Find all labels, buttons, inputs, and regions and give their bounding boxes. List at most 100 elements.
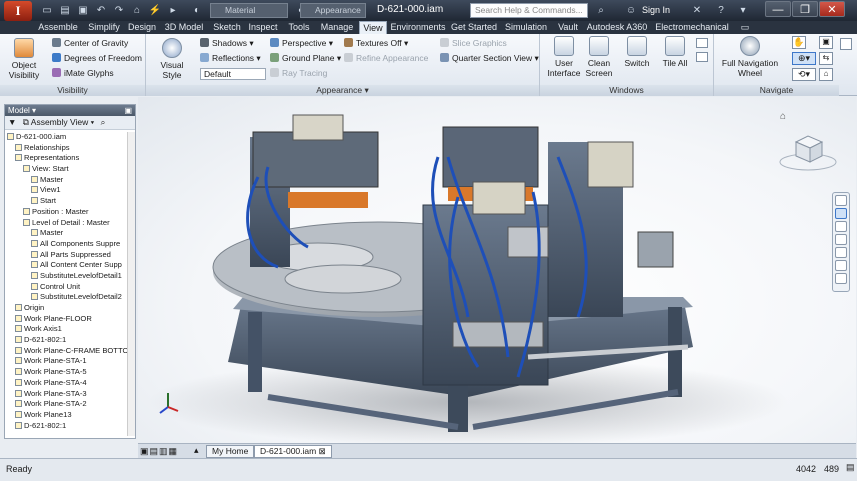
browser-menu-icon[interactable]: ▣ [124, 105, 132, 116]
tile-buttons-icon[interactable]: ▣▤▥▦ [140, 446, 178, 457]
home-icon[interactable]: ⌂ [130, 4, 144, 17]
model-browser-dropdown[interactable]: Model ▾ [8, 106, 36, 115]
tree-node[interactable]: D-621-802:1 [5, 335, 129, 346]
viewcube-home-icon[interactable]: ⌂ [780, 111, 786, 122]
tree-node[interactable]: Master [5, 175, 129, 186]
tab-3d-model[interactable]: 3D Model [162, 21, 206, 34]
viewcube[interactable] [779, 135, 837, 171]
material-dropdown[interactable]: Material [210, 3, 288, 18]
tree-node[interactable]: Work Plane-STA-1 [5, 356, 129, 367]
close-button[interactable]: ✕ [819, 1, 845, 17]
tab-design[interactable]: Design [126, 21, 158, 34]
minimize-button[interactable]: — [765, 1, 791, 17]
tree-node[interactable]: Start [5, 196, 129, 207]
pan-icon[interactable]: ✋ [792, 36, 806, 49]
ribbon-panel-menu-icon[interactable] [840, 38, 852, 50]
navbar-steering-wheel-icon[interactable] [835, 195, 847, 206]
tree-node[interactable]: Origin [5, 303, 129, 314]
tree-node[interactable]: Work Plane-FLOOR [5, 314, 129, 325]
navbar-look-at-icon[interactable] [835, 260, 847, 271]
browser-scrollbar[interactable] [127, 132, 135, 436]
tab-document[interactable]: D-621-000.iam ⊠ [254, 445, 332, 458]
clean-screen-button[interactable]: Clean Screen [582, 36, 616, 78]
ribbon-options-icon[interactable]: ▭ [738, 21, 752, 34]
close-tab-icon[interactable]: ⊠ [319, 446, 326, 456]
tile-all-button[interactable]: Tile All [658, 36, 692, 68]
tree-node[interactable]: D-621-802:1 [5, 421, 129, 432]
new-icon[interactable]: ▭ [40, 4, 54, 17]
update-icon[interactable]: ⚡ [148, 4, 162, 17]
help-icon[interactable]: ? [714, 4, 728, 17]
binoculars-icon[interactable]: ⌕ [594, 4, 608, 17]
tab-autodesk-a360[interactable]: Autodesk A360 [586, 21, 648, 34]
tab-electromechanical[interactable]: Electromechanical [652, 21, 732, 34]
center-of-gravity-button[interactable]: Center of Gravity [52, 38, 128, 49]
help-search-input[interactable]: Search Help & Commands... [470, 3, 588, 18]
orbit-icon[interactable]: ⟲▾ [792, 68, 816, 81]
imate-glyphs-button[interactable]: iMate Glyphs [52, 68, 114, 79]
tab-my-home[interactable]: My Home [206, 445, 255, 458]
navbar-orbit-icon[interactable] [835, 247, 847, 258]
open-icon[interactable]: ▤ [58, 4, 72, 17]
application-menu-button[interactable]: I [4, 1, 32, 21]
tree-node[interactable]: Representations [5, 153, 129, 164]
filter-icon[interactable]: ▼ [8, 117, 16, 127]
tree-node[interactable]: Work Plane13 [5, 410, 129, 421]
select-icon[interactable]: ▸ [166, 4, 180, 17]
tree-node[interactable]: View: Start [5, 164, 129, 175]
tree-node[interactable]: Position : Master [5, 207, 129, 218]
exchange-icon[interactable]: ✕ [690, 4, 704, 17]
tab-vault[interactable]: Vault [554, 21, 582, 34]
zoom-icon[interactable]: ⊕▾ [792, 52, 816, 65]
tab-environments[interactable]: Environments [390, 21, 446, 34]
full-navigation-wheel-button[interactable]: Full Navigation Wheel [718, 36, 782, 78]
tab-simulation[interactable]: Simulation [502, 21, 550, 34]
refine-appearance-button[interactable]: Refine Appearance [344, 53, 428, 64]
object-visibility-button[interactable]: Object Visibility [5, 38, 43, 80]
tree-node[interactable]: All Parts Suppressed [5, 250, 129, 261]
tree-node[interactable]: D-621-000.iam [5, 132, 129, 143]
tree-node[interactable]: All Components Suppre [5, 239, 129, 250]
user-icon[interactable]: ☺ [624, 4, 638, 17]
help-dropdown-icon[interactable]: ▾ [736, 4, 750, 17]
tree-node[interactable]: Work Plane-C-FRAME BOTTOM [5, 346, 129, 357]
tab-view[interactable]: View [359, 21, 387, 34]
previous-view-icon[interactable]: ⇆ [819, 52, 833, 65]
tab-assemble[interactable]: Assemble [34, 21, 82, 34]
navbar-customize-icon[interactable] [835, 273, 847, 284]
switch-button[interactable]: Switch [620, 36, 654, 68]
shadows-button[interactable]: Shadows ▾ [200, 38, 254, 49]
tree-node[interactable]: Master [5, 228, 129, 239]
tab-simplify[interactable]: Simplify [84, 21, 124, 34]
navbar-zoom-icon[interactable] [835, 208, 847, 219]
tree-node[interactable]: View1 [5, 185, 129, 196]
appearance-default-dropdown[interactable]: Default [200, 68, 266, 80]
user-interface-button[interactable]: User Interface [546, 36, 582, 78]
ray-tracing-button[interactable]: Ray Tracing [270, 68, 327, 79]
arrange-icon[interactable] [696, 52, 708, 62]
document-menu-icon[interactable]: ▴ [194, 445, 199, 456]
tree-node[interactable]: Work Plane-STA-5 [5, 367, 129, 378]
tab-get-started[interactable]: Get Started [450, 21, 498, 34]
navbar-pan-icon[interactable] [835, 221, 847, 232]
degrees-of-freedom-button[interactable]: Degrees of Freedom [52, 53, 142, 64]
ground-plane-button[interactable]: Ground Plane ▾ [270, 53, 341, 64]
sign-in-button[interactable]: Sign In [642, 5, 670, 15]
textures-button[interactable]: Textures Off ▾ [344, 38, 408, 49]
tab-manage[interactable]: Manage [318, 21, 356, 34]
look-at-icon[interactable]: ▣ [819, 36, 833, 49]
undo-icon[interactable]: ↶ [94, 4, 108, 17]
tree-node[interactable]: Work Axis1 [5, 324, 129, 335]
tree-node[interactable]: Level of Detail : Master [5, 218, 129, 229]
redo-icon[interactable]: ↷ [112, 4, 126, 17]
maximize-button[interactable]: ❐ [792, 1, 818, 17]
tree-node[interactable]: Work Plane-STA-2 [5, 399, 129, 410]
tab-inspect[interactable]: Inspect [246, 21, 280, 34]
tree-node[interactable]: All Content Center Supp [5, 260, 129, 271]
browser-search-icon[interactable]: ⌕ [101, 117, 106, 127]
save-icon[interactable]: ▣ [76, 4, 90, 17]
navbar-zoom-window-icon[interactable] [835, 234, 847, 245]
reflections-button[interactable]: Reflections ▾ [200, 53, 261, 64]
tree-node[interactable]: Control Unit [5, 282, 129, 293]
graphics-window[interactable]: ⌂ [138, 97, 856, 447]
